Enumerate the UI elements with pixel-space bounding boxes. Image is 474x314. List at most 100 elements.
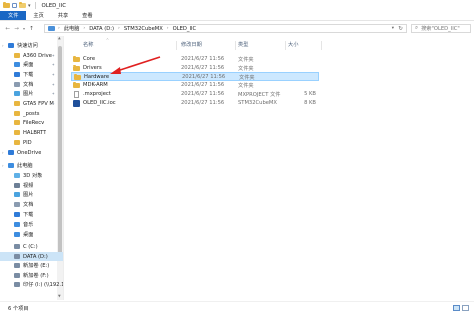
sidebar-item[interactable]: 音乐 [0,220,63,229]
column-headers: ^ 名称 修改日期 类型 大小 [66,38,474,50]
sidebar-item[interactable]: › OneDrive [0,148,63,157]
breadcrumb-oled-iic[interactable]: OLED_IIC [173,26,197,32]
sidebar-item[interactable]: 桌面 ✦ [0,60,63,69]
sidebar-item[interactable]: 桌面 [0,230,63,239]
file-type: STM32CubeMX [238,99,277,106]
column-name[interactable]: 名称 [83,41,93,48]
file-date: 2021/6/27 11:56 [182,74,226,81]
address-bar[interactable]: › 此电脑 › DATA (D:) › STM32CubeMX › OLED_I… [44,24,407,33]
folder-icon [73,64,80,71]
sidebar-item[interactable]: C (C:) [0,242,63,251]
folder-icon [74,74,81,81]
sidebar-item-label: PID [23,139,32,146]
sidebar-item-label: GTA5 FPV M [23,100,54,107]
back-arrow-icon[interactable]: ← [3,26,12,32]
sidebar-item-label: 新加卷 (E:) [23,263,50,269]
column-divider[interactable] [235,41,236,50]
sidebar-item[interactable]: 新加卷 (E:) [0,261,63,270]
details-view-icon[interactable] [453,305,460,311]
sidebar-item[interactable]: GTA5 FPV M ✦ [0,99,63,108]
drive-icon [14,254,20,259]
table-row[interactable]: OLED_IIC.ioc 2021/6/27 11:56 STM32CubeMX 8 … [71,99,319,108]
sidebar-item[interactable]: 文档 [0,200,63,209]
sidebar-item[interactable]: PID [0,138,63,147]
properties-icon[interactable] [12,3,17,8]
new-folder-icon[interactable] [19,2,26,8]
chevron-down-icon[interactable]: ▾ [28,3,31,9]
sidebar-item[interactable]: 下载 ✦ [0,70,63,79]
sidebar-item[interactable]: DATA (D:) [0,252,63,261]
chevron-right-icon[interactable]: › [2,163,4,168]
sidebar-item-label: _posts [23,110,40,117]
file-type: MXPROJECT 文件 [238,91,281,98]
chevron-right-icon[interactable]: › [2,43,4,48]
column-type[interactable]: 类型 [238,41,248,48]
chevron-right-icon[interactable]: › [167,26,169,31]
column-size[interactable]: 大小 [288,41,298,48]
column-date[interactable]: 修改日期 [181,41,202,48]
file-type: 文件夹 [238,57,254,63]
table-row[interactable]: MDK-ARM 2021/6/27 11:56 文件夹 [71,81,319,90]
window-title: OLED_IIC [41,2,66,9]
file-list: ^ 名称 修改日期 类型 大小 Core 2021/6/27 11:56 文件夹 Dr… [66,36,474,300]
chevron-down-icon[interactable]: ▾ [392,26,394,31]
sidebar-item[interactable]: › 快速访问 [0,41,63,50]
sidebar-item-label: 3D 对象 [23,173,43,179]
sidebar-item[interactable]: 新加卷 (F:) [0,271,63,280]
search-input[interactable]: ⌕ 搜索"OLED_IIC" [411,24,471,33]
table-row[interactable]: Drivers 2021/6/27 11:56 文件夹 [71,64,319,73]
table-row[interactable]: Core 2021/6/27 11:56 文件夹 [71,55,319,64]
quick-access-toolbar: ▾ [0,2,38,9]
large-icons-view-icon[interactable] [462,305,469,311]
sidebar-item[interactable]: FileRecv [0,118,63,127]
forward-arrow-icon[interactable]: → [12,26,21,32]
file-name: MDK-ARM [83,82,108,89]
tab-share[interactable]: 共享 [51,11,75,20]
breadcrumb-data-drive[interactable]: DATA (D:) [89,26,114,32]
file-name: Core [83,56,96,62]
tab-file[interactable]: 文件 [0,11,27,20]
pin-icon: ✦ [51,62,55,67]
pictures-icon [14,192,20,197]
chevron-right-icon[interactable]: › [58,26,60,31]
file-name: OLED_IIC.ioc [83,99,116,106]
sidebar-item[interactable]: 图片 [0,190,63,199]
refresh-icon[interactable]: ↻ [398,26,403,32]
tab-home[interactable]: 主页 [26,11,50,20]
tab-view[interactable]: 查看 [75,11,99,20]
sidebar-item[interactable]: 3D 对象 [0,171,63,180]
sidebar-item[interactable]: 印仔 (I:) (\\192.1 [0,280,63,289]
sidebar-item[interactable]: HALBRTT [0,128,63,137]
sidebar-item[interactable]: 文档 ✦ [0,80,63,89]
search-icon: ⌕ [415,25,419,31]
desktop-icon [14,62,20,67]
sidebar-item[interactable]: 视频 [0,181,63,190]
sidebar-item-label: OneDrive [17,149,42,156]
documents-icon [14,82,20,87]
up-arrow-icon[interactable]: ↑ [27,26,36,32]
chevron-right-icon[interactable]: › [118,26,120,31]
scroll-down-icon[interactable]: ▼ [58,294,61,298]
chevron-right-icon[interactable]: › [2,150,4,155]
sidebar-item[interactable]: 下载 [0,210,63,219]
column-divider[interactable] [321,41,322,50]
view-switcher [453,305,469,311]
sidebar-item[interactable]: A360 Drive ✦ [0,51,63,60]
scroll-up-icon[interactable]: ▲ [58,36,61,40]
sort-caret-icon: ^ [106,38,109,42]
cloud-icon [8,150,14,155]
breadcrumb-this-pc[interactable]: 此电脑 [64,25,80,32]
sidebar-item[interactable]: _posts [0,109,63,118]
breadcrumb-stm32cubemx[interactable]: STM32CubeMX [124,26,163,32]
file-icon [74,90,79,98]
table-row[interactable]: .mxproject 2021/6/27 11:56 MXPROJECT 文件 5 K… [71,90,319,99]
column-divider[interactable] [285,41,286,50]
sidebar-item[interactable]: › 此电脑 [0,161,63,170]
drive-icon [14,273,20,278]
file-date: 2021/6/27 11:56 [181,82,225,89]
column-divider[interactable] [176,41,177,50]
chevron-right-icon[interactable]: › [83,26,85,31]
download-icon [14,72,20,77]
sidebar-item[interactable]: 图片 ✦ [0,89,63,98]
table-row[interactable]: Hardware 2021/6/27 11:56 文件夹 [71,72,319,82]
